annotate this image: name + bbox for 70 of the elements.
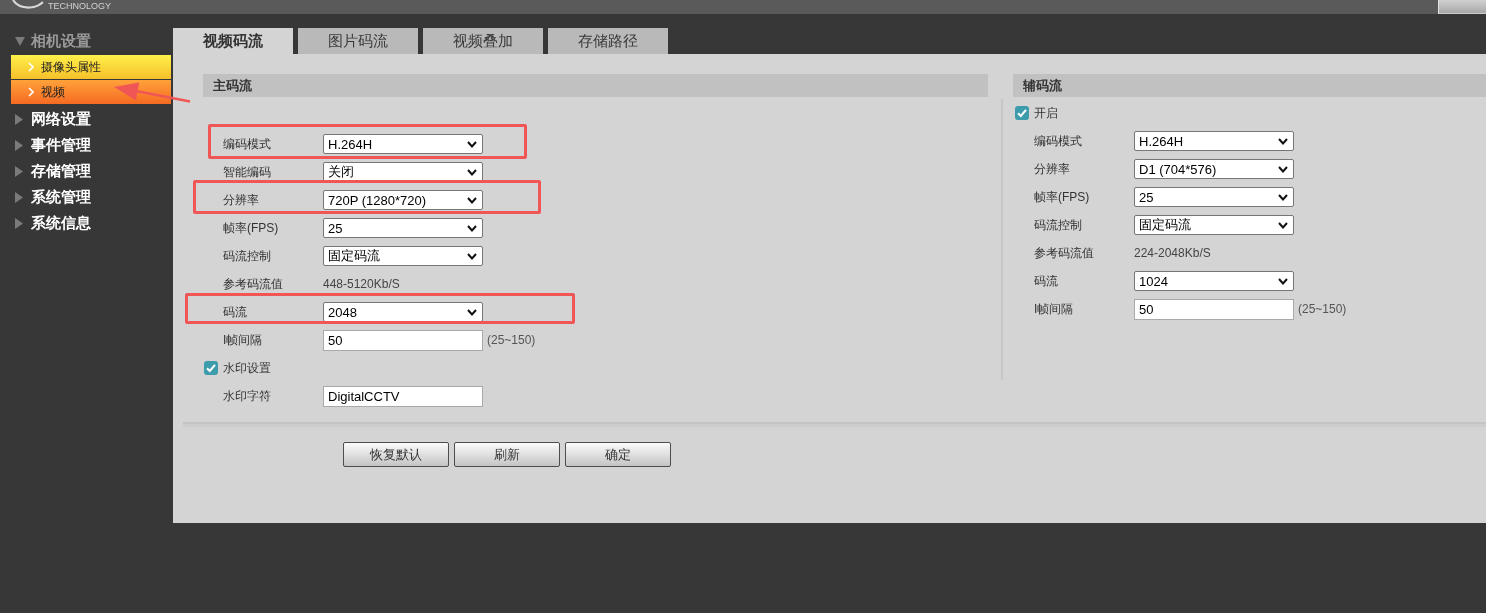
chevron-down-icon <box>467 196 477 204</box>
dropdown[interactable]: H.264H <box>323 134 483 154</box>
chevron-down-icon <box>1278 221 1288 229</box>
chevron-right-icon <box>28 87 34 97</box>
field-label: 智能编码 <box>223 163 271 181</box>
dropdown[interactable]: H.264H <box>1134 131 1294 151</box>
action-button[interactable]: 确定 <box>565 442 671 467</box>
section-header: 主码流 <box>203 74 988 97</box>
logo-text: TECHNOLOGY <box>48 1 111 11</box>
chevron-down-icon <box>467 252 477 260</box>
field-label: I帧间隔 <box>1034 300 1074 318</box>
chevron-down-icon <box>1278 277 1288 285</box>
dropdown[interactable]: 25 <box>1134 187 1294 207</box>
sidebar-item[interactable]: 存储管理 <box>0 158 91 184</box>
submenu-item[interactable]: 摄像头属性 <box>11 55 171 79</box>
dropdown[interactable]: D1 (704*576) <box>1134 159 1294 179</box>
sidebar-item[interactable]: 系统管理 <box>0 184 91 210</box>
dropdown[interactable]: 关闭 <box>323 162 483 182</box>
chevron-down-icon <box>467 168 477 176</box>
dropdown[interactable]: 2048 <box>323 302 483 322</box>
checkbox-label: 开启 <box>1034 104 1058 122</box>
field-value: 224-2048Kb/S <box>1134 246 1211 260</box>
action-button[interactable]: 刷新 <box>454 442 560 467</box>
field-label: 参考码流值 <box>1034 244 1094 262</box>
field-label: 码流 <box>1034 272 1058 290</box>
dropdown[interactable]: 720P (1280*720) <box>323 190 483 210</box>
action-button[interactable]: 恢复默认 <box>343 442 449 467</box>
section-header: 辅码流 <box>1013 74 1486 97</box>
sidebar-item[interactable]: 事件管理 <box>0 132 91 158</box>
chevron-down-icon <box>1278 193 1288 201</box>
chevron-right-icon <box>28 62 34 72</box>
chevron-down-icon <box>467 140 477 148</box>
checkbox[interactable] <box>1015 106 1029 120</box>
field-label: 分辨率 <box>223 191 259 209</box>
field-label: 编码模式 <box>223 135 271 153</box>
field-label: 参考码流值 <box>223 275 283 293</box>
sidebar-item[interactable]: 系统信息 <box>0 210 91 236</box>
dropdown[interactable]: 1024 <box>1134 271 1294 291</box>
chevron-down-icon <box>467 308 477 316</box>
tab[interactable]: 图片码流 <box>298 28 418 54</box>
submenu-item[interactable]: 视频 <box>11 80 171 104</box>
field-label: 水印字符 <box>223 387 271 405</box>
field-value: 448-5120Kb/S <box>323 277 400 291</box>
field-label: 帧率(FPS) <box>1034 188 1090 206</box>
field-label: 码流控制 <box>223 247 271 265</box>
dropdown[interactable]: 固定码流 <box>1134 215 1294 235</box>
checkbox[interactable] <box>204 361 218 375</box>
dropdown[interactable]: 25 <box>323 218 483 238</box>
field-label: I帧间隔 <box>223 331 263 349</box>
sidebar-item[interactable]: 相机设置 <box>0 28 91 54</box>
tab[interactable]: 视频码流 <box>173 28 293 54</box>
field-label: 分辨率 <box>1034 160 1070 178</box>
range-hint: (25~150) <box>1298 302 1347 316</box>
tab[interactable]: 存储路径 <box>548 28 668 54</box>
sidebar-item[interactable]: 网络设置 <box>0 106 91 132</box>
dropdown[interactable]: 固定码流 <box>323 246 483 266</box>
logo-icon <box>12 0 44 9</box>
field-label: 帧率(FPS) <box>223 219 279 237</box>
checkbox-label: 水印设置 <box>223 359 271 377</box>
input-field[interactable]: DigitalCCTV <box>323 385 483 407</box>
chevron-down-icon <box>1278 137 1288 145</box>
field-label: 码流 <box>223 303 247 321</box>
field-label: 编码模式 <box>1034 132 1082 150</box>
range-hint: (25~150) <box>487 333 536 347</box>
chevron-down-icon <box>467 224 477 232</box>
tab[interactable]: 视频叠加 <box>423 28 543 54</box>
chevron-down-icon <box>1278 165 1288 173</box>
input-field[interactable]: 50 <box>1134 298 1294 320</box>
field-label: 码流控制 <box>1034 216 1082 234</box>
input-field[interactable]: 50 <box>323 329 483 351</box>
